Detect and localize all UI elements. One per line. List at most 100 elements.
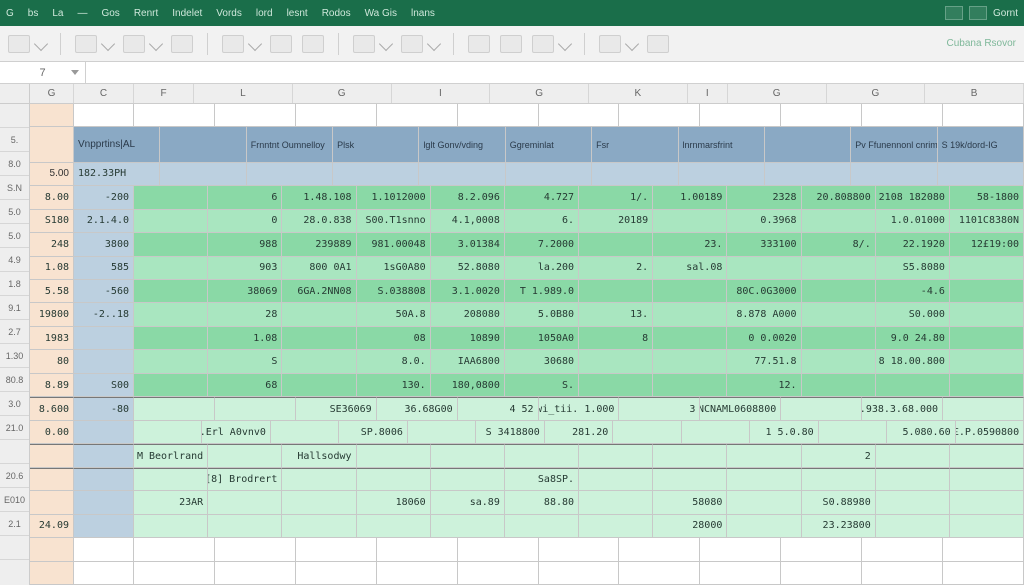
cell[interactable]: S0.88980 bbox=[802, 491, 876, 514]
cell[interactable]: 3.1.0020 bbox=[431, 280, 505, 303]
cell[interactable]: sa.89 bbox=[431, 491, 505, 514]
cell[interactable] bbox=[700, 562, 781, 585]
column-header[interactable]: K bbox=[589, 84, 688, 103]
cell[interactable] bbox=[876, 515, 950, 538]
cell[interactable]: Hallsodwy bbox=[282, 444, 356, 467]
cell[interactable] bbox=[74, 491, 134, 514]
cell[interactable] bbox=[653, 374, 727, 397]
row-header[interactable]: 21.0 bbox=[0, 416, 29, 440]
cell[interactable]: 8.0. bbox=[357, 350, 431, 373]
cell[interactable]: 585 bbox=[74, 257, 134, 280]
cell[interactable]: 50A.8 bbox=[357, 303, 431, 326]
find-button[interactable] bbox=[647, 35, 669, 53]
cell[interactable]: 30680 bbox=[505, 350, 579, 373]
cell[interactable]: 0.3968 bbox=[727, 210, 801, 233]
cell[interactable]: T 1.989.0 bbox=[505, 280, 579, 303]
column-header[interactable]: G bbox=[728, 84, 827, 103]
chevron-down-icon[interactable] bbox=[379, 36, 393, 50]
cell[interactable] bbox=[134, 186, 208, 209]
cell[interactable] bbox=[619, 104, 700, 127]
cell[interactable]: 3 bbox=[619, 397, 700, 420]
cell[interactable] bbox=[802, 257, 876, 280]
format-button[interactable] bbox=[353, 35, 375, 53]
cell[interactable] bbox=[802, 280, 876, 303]
row-header[interactable]: 80.8 bbox=[0, 368, 29, 392]
cell[interactable]: 8 bbox=[579, 327, 653, 350]
cell[interactable] bbox=[950, 491, 1024, 514]
tab-item[interactable]: Gos bbox=[101, 8, 119, 19]
cell[interactable] bbox=[950, 444, 1024, 467]
cell[interactable] bbox=[377, 104, 458, 127]
cell[interactable]: S180 bbox=[30, 210, 74, 233]
cell[interactable]: -80 bbox=[74, 397, 134, 420]
cell[interactable] bbox=[160, 127, 246, 162]
cell[interactable] bbox=[781, 538, 862, 561]
select-all-corner[interactable] bbox=[0, 84, 30, 103]
cell[interactable]: S0.000 bbox=[876, 303, 950, 326]
cell[interactable]: Frnntnt Oumnelloy bbox=[247, 127, 333, 162]
cell[interactable]: 36.68G00 bbox=[377, 397, 458, 420]
cell[interactable] bbox=[458, 104, 539, 127]
chevron-down-icon[interactable] bbox=[625, 36, 639, 50]
tab-item[interactable]: — bbox=[77, 8, 87, 19]
formula-input[interactable] bbox=[86, 62, 1024, 83]
cell[interactable]: 0 0.0020 bbox=[727, 327, 801, 350]
cell[interactable] bbox=[876, 374, 950, 397]
cell[interactable] bbox=[802, 210, 876, 233]
cell[interactable]: 9.0 24.80 bbox=[876, 327, 950, 350]
cell[interactable]: 0.00 bbox=[30, 421, 74, 444]
cell[interactable] bbox=[208, 491, 282, 514]
format-button[interactable] bbox=[401, 35, 423, 53]
cell[interactable] bbox=[592, 163, 678, 186]
align-button[interactable] bbox=[222, 35, 244, 53]
cell[interactable] bbox=[765, 127, 851, 162]
cell[interactable] bbox=[876, 491, 950, 514]
cell[interactable] bbox=[134, 421, 202, 444]
cell[interactable]: 6GA.2NN08 bbox=[282, 280, 356, 303]
cell[interactable] bbox=[30, 444, 74, 467]
cell[interactable] bbox=[134, 562, 215, 585]
chevron-down-icon[interactable] bbox=[427, 36, 441, 50]
cell[interactable]: 2328 bbox=[727, 186, 801, 209]
cell[interactable]: -2..18 bbox=[74, 303, 134, 326]
cell[interactable]: 22.1920 bbox=[876, 233, 950, 256]
cell[interactable] bbox=[282, 350, 356, 373]
cell[interactable] bbox=[943, 397, 1024, 420]
row-header[interactable]: 1.30 bbox=[0, 344, 29, 368]
cell[interactable] bbox=[851, 163, 937, 186]
cell[interactable] bbox=[134, 350, 208, 373]
cell[interactable]: 180,0800 bbox=[431, 374, 505, 397]
cell[interactable] bbox=[950, 374, 1024, 397]
cell[interactable]: la.200 bbox=[505, 257, 579, 280]
tab-item[interactable]: Gornt bbox=[993, 8, 1018, 19]
cell[interactable] bbox=[357, 444, 431, 467]
row-header[interactable]: E010 bbox=[0, 488, 29, 512]
font-size-button[interactable] bbox=[123, 35, 145, 53]
column-header[interactable]: G bbox=[293, 84, 392, 103]
cell[interactable]: S00 bbox=[74, 374, 134, 397]
cell[interactable] bbox=[134, 233, 208, 256]
cell[interactable]: 5.080.60 bbox=[887, 421, 955, 444]
cell[interactable] bbox=[653, 210, 727, 233]
cell[interactable]: 1/. bbox=[579, 186, 653, 209]
cell[interactable] bbox=[950, 468, 1024, 491]
column-header[interactable]: G bbox=[827, 84, 926, 103]
cell[interactable]: 281.20 bbox=[545, 421, 613, 444]
cell[interactable] bbox=[727, 491, 801, 514]
cell[interactable] bbox=[282, 374, 356, 397]
cell[interactable] bbox=[282, 327, 356, 350]
cell[interactable]: 8.89 bbox=[30, 374, 74, 397]
cell[interactable] bbox=[950, 327, 1024, 350]
column-header[interactable]: F bbox=[134, 84, 194, 103]
row-header[interactable]: 20.6 bbox=[0, 464, 29, 488]
cell[interactable] bbox=[357, 515, 431, 538]
column-header[interactable]: I bbox=[688, 84, 728, 103]
cell[interactable] bbox=[727, 515, 801, 538]
cell[interactable]: SE36069 bbox=[296, 397, 377, 420]
cell[interactable] bbox=[296, 104, 377, 127]
cell[interactable] bbox=[134, 538, 215, 561]
cell[interactable] bbox=[613, 421, 681, 444]
cell[interactable]: [8] Brodrert bbox=[208, 468, 282, 491]
cell[interactable] bbox=[653, 280, 727, 303]
cell[interactable]: 28.0.838 bbox=[282, 210, 356, 233]
